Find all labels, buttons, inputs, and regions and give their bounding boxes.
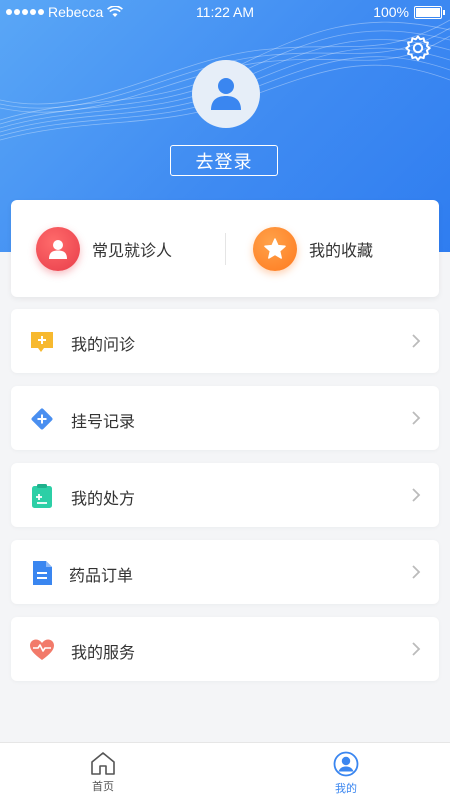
menu-item-prescriptions[interactable]: 我的处方 [11,463,439,527]
menu-item-services[interactable]: 我的服务 [11,617,439,681]
chevron-right-icon [412,334,421,348]
gear-icon[interactable] [404,34,432,62]
quick-action-label: 常见就诊人 [92,241,173,260]
quick-actions-card: 常见就诊人 我的收藏 [11,200,439,297]
battery-icon [414,5,445,19]
login-button[interactable]: 去登录 [170,145,278,176]
chevron-right-icon [412,411,421,425]
menu-item-label: 我的问诊 [71,335,136,354]
star-icon [253,227,297,271]
chevron-right-icon [412,488,421,502]
menu-item-label: 我的服务 [71,643,136,662]
chevron-right-icon [412,642,421,656]
battery-percent: 100% [373,4,409,20]
frequent-patients-button[interactable]: 常见就诊人 [36,226,172,272]
menu-item-drug-orders[interactable]: 药品订单 [11,540,439,604]
quick-action-label: 我的收藏 [309,241,374,260]
document-icon [33,561,52,585]
avatar[interactable] [192,60,260,128]
diamond-plus-icon [31,408,53,430]
heart-icon [30,639,54,660]
tab-bar: 首页 我的 [0,742,450,800]
home-icon [91,752,115,775]
menu-item-registrations[interactable]: 挂号记录 [11,386,439,450]
chat-plus-icon [31,332,53,352]
divider [225,233,226,265]
menu-item-label: 药品订单 [69,566,134,585]
person-icon [36,227,80,271]
tab-home[interactable]: 首页 [73,751,133,794]
clipboard-icon [32,484,52,508]
profile-icon [333,751,359,777]
user-icon [211,78,241,110]
tab-mine[interactable]: 我的 [316,751,376,796]
tab-label: 我的 [335,782,357,795]
favorites-button[interactable]: 我的收藏 [253,226,373,272]
chevron-right-icon [412,565,421,579]
tab-label: 首页 [92,780,114,793]
menu-item-consultations[interactable]: 我的问诊 [11,309,439,373]
menu-item-label: 挂号记录 [71,412,136,431]
menu-item-label: 我的处方 [71,489,136,508]
status-bar: Rebecca 11:22 AM 100% [0,0,450,26]
